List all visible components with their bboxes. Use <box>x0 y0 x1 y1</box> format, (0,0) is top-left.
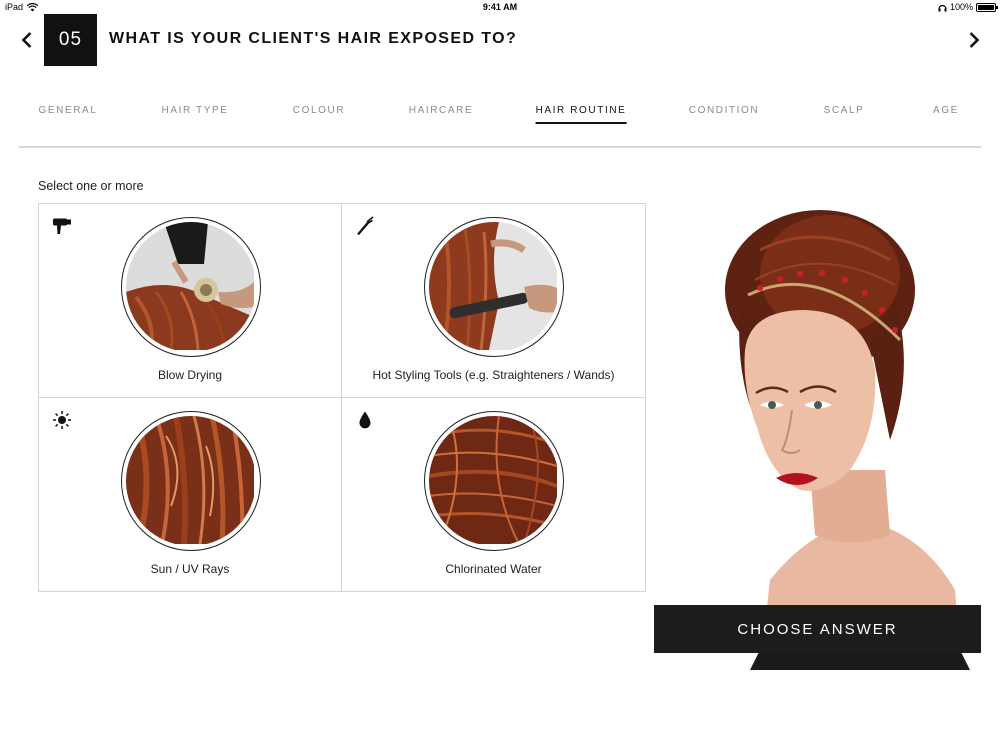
option-sun-uv-rays[interactable]: Sun / UV Rays <box>39 398 342 592</box>
choose-answer-button[interactable]: CHOOSE ANSWER <box>654 605 981 653</box>
sun-icon <box>53 411 71 429</box>
next-button[interactable] <box>964 30 984 50</box>
tab-condition[interactable]: CONDITION <box>689 105 760 116</box>
options-grid: Blow Drying Hot Styling Tools (e.g. Stra… <box>38 203 646 592</box>
option-label: Chlorinated Water <box>445 562 542 576</box>
headphones-icon <box>938 4 947 11</box>
hot-styling-photo <box>424 217 564 357</box>
blow-drying-photo <box>121 217 261 357</box>
status-bar: iPad 9:41 AM 100% <box>0 0 1000 16</box>
option-label: Hot Styling Tools (e.g. Straighteners / … <box>372 368 615 382</box>
option-blow-drying[interactable]: Blow Drying <box>39 204 342 398</box>
step-number-badge: 05 <box>44 14 97 66</box>
hair-dryer-icon <box>53 218 71 234</box>
option-hot-styling-tools[interactable]: Hot Styling Tools (e.g. Straighteners / … <box>342 204 645 398</box>
category-tabs: GENERAL HAIR TYPE COLOUR HAIRCARE HAIR R… <box>19 105 981 147</box>
chevron-right-icon <box>969 32 980 48</box>
model-image <box>700 200 990 670</box>
option-chlorinated-water[interactable]: Chlorinated Water <box>342 398 645 592</box>
status-right: 100% <box>938 2 998 12</box>
chlorinated-water-photo <box>424 411 564 551</box>
sun-uv-photo <box>121 411 261 551</box>
battery-percent: 100% <box>949 2 973 12</box>
back-button[interactable] <box>17 30 37 50</box>
option-label: Sun / UV Rays <box>150 562 230 576</box>
tab-haircare[interactable]: HAIRCARE <box>409 105 473 116</box>
tab-scalp[interactable]: SCALP <box>824 105 865 116</box>
battery-icon <box>976 2 998 12</box>
straightener-icon <box>357 216 374 235</box>
tab-hair-type[interactable]: HAIR TYPE <box>161 105 228 116</box>
tab-general[interactable]: GENERAL <box>39 105 98 116</box>
tabs-divider <box>19 146 981 148</box>
page-title: WHAT IS YOUR CLIENT'S HAIR EXPOSED TO? <box>109 30 518 47</box>
option-label: Blow Drying <box>157 368 223 382</box>
status-time: 9:41 AM <box>482 2 518 12</box>
water-drop-icon <box>359 411 371 429</box>
tab-age[interactable]: AGE <box>933 105 959 116</box>
tab-hair-routine[interactable]: HAIR ROUTINE <box>535 105 627 124</box>
instruction-text: Select one or more <box>38 179 144 193</box>
tab-colour[interactable]: COLOUR <box>293 105 345 116</box>
chevron-left-icon <box>21 32 32 48</box>
